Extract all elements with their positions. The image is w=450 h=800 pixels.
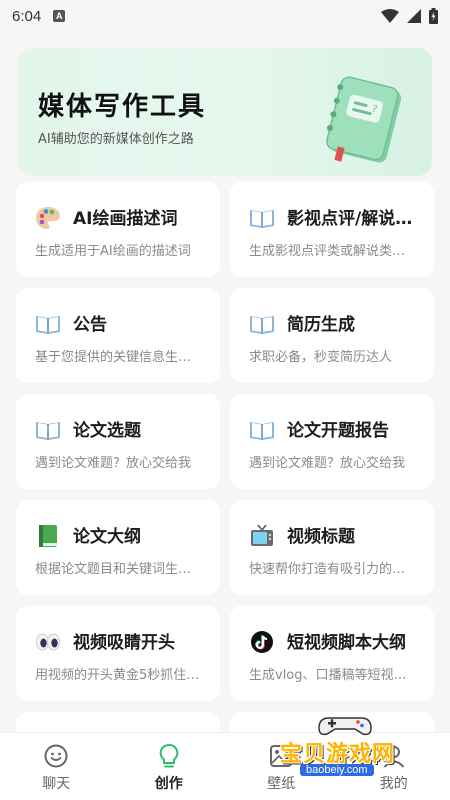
tool-title: 短视频脚本大纲 xyxy=(287,633,406,653)
tool-description: 用视频的开头黄金5秒抓住观众 xyxy=(35,668,203,683)
tool-title: 论文选题 xyxy=(73,421,141,441)
notebook-illustration-icon: ? xyxy=(326,76,402,163)
banner-subtitle: AI辅助您的新媒体创作之路 xyxy=(38,132,194,147)
tool-description: 求职必备，秒变简历达人 xyxy=(249,350,393,365)
nav-item-chat[interactable]: 聊天 xyxy=(0,733,113,800)
tool-card[interactable]: 简历生成 求职必备，秒变简历达人 xyxy=(230,288,434,383)
watermark: 宝贝游戏网 baobeiy.com xyxy=(270,712,430,784)
tool-card[interactable]: 论文开题报告 遇到论文难题？放心交给我 xyxy=(230,394,434,489)
tool-description: 生成vlog、口播稿等短视频脚本 xyxy=(249,668,417,683)
tool-title: AI绘画描述词 xyxy=(73,209,178,229)
tool-description: 根据论文题目和关键词生成大纲 xyxy=(35,562,203,577)
open-book-icon xyxy=(250,316,274,334)
tool-card[interactable]: 公告 基于您提供的关键信息生成公告 xyxy=(16,288,220,383)
tool-card[interactable]: 影视点评/解说笔记 生成影视点评类或解说类文案 xyxy=(230,182,434,277)
tool-title: 简历生成 xyxy=(287,315,355,335)
gamepad-icon xyxy=(318,717,372,736)
nav-label-chat: 聊天 xyxy=(42,776,71,792)
tool-card[interactable]: 论文选题 遇到论文难题？放心交给我 xyxy=(16,394,220,489)
tool-card[interactable]: 短视频脚本大纲 生成vlog、口播稿等短视频脚本 xyxy=(230,606,434,701)
tool-card[interactable]: 视频标题 快速帮你打造有吸引力的标题 xyxy=(230,500,434,595)
tiktok-icon xyxy=(251,631,273,653)
open-book-icon xyxy=(36,422,60,440)
eyes-icon xyxy=(36,633,60,651)
tool-title: 论文大纲 xyxy=(73,527,141,547)
banner-title: 媒体写作工具 xyxy=(38,92,207,122)
palette-icon xyxy=(36,207,60,229)
lightbulb-icon xyxy=(159,744,179,768)
nav-item-create[interactable]: 创作 xyxy=(113,733,226,800)
tv-icon xyxy=(251,524,273,546)
tool-description: 遇到论文难题？放心交给我 xyxy=(249,456,406,471)
tool-description: 生成影视点评类或解说类文案 xyxy=(249,244,417,259)
tool-title: 论文开题报告 xyxy=(287,421,389,441)
signal-icon xyxy=(407,9,421,23)
notification-badge-icon: A xyxy=(53,10,66,22)
watermark-url: baobeiy.com xyxy=(300,764,374,776)
tool-description: 快速帮你打造有吸引力的标题 xyxy=(249,562,417,577)
tool-card[interactable]: AI绘画描述词 生成适用于AI绘画的描述词 xyxy=(16,182,220,277)
tool-description: 基于您提供的关键信息生成公告 xyxy=(35,350,203,365)
tool-title: 影视点评/解说笔记 xyxy=(287,209,427,229)
tool-title: 视频标题 xyxy=(287,527,355,547)
tool-title: 公告 xyxy=(73,315,107,335)
status-bar: 6:04 A xyxy=(0,0,450,32)
chat-icon xyxy=(44,744,68,768)
battery-icon xyxy=(429,8,438,24)
nav-label-create: 创作 xyxy=(154,776,183,792)
tool-card[interactable]: 论文大纲 根据论文题目和关键词生成大纲 xyxy=(16,500,220,595)
open-book-icon xyxy=(250,422,274,440)
wifi-icon xyxy=(381,9,399,23)
tool-title: 视频吸睛开头 xyxy=(73,633,175,653)
tool-description: 生成适用于AI绘画的描述词 xyxy=(35,244,191,259)
open-book-icon xyxy=(36,316,60,334)
green-book-icon xyxy=(39,525,57,547)
open-book-icon xyxy=(250,210,274,228)
tool-card[interactable]: 视频吸睛开头 用视频的开头黄金5秒抓住观众 xyxy=(16,606,220,701)
status-time: 6:04 xyxy=(12,7,42,25)
banner: 媒体写作工具 AI辅助您的新媒体创作之路 ? xyxy=(18,48,432,176)
tool-description: 遇到论文难题？放心交给我 xyxy=(35,456,192,471)
